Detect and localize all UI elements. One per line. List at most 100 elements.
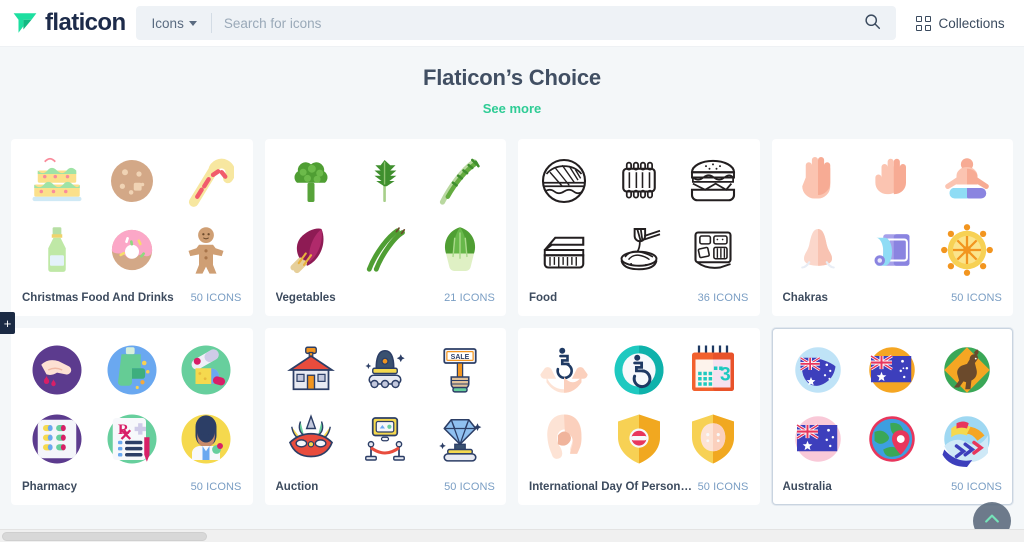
- search-input[interactable]: [211, 15, 850, 31]
- hands-wheelchair-icon: [536, 342, 592, 398]
- australia-map-flag-icon: [790, 342, 846, 398]
- icon-pack-card[interactable]: 3 International Day Of Persons With...50 …: [518, 328, 760, 505]
- pack-icon-count: 50 ICONS: [190, 481, 242, 493]
- search-icon: [864, 13, 881, 33]
- lunch-tray-icon: [685, 222, 741, 278]
- burger-icon: [685, 153, 741, 209]
- pack-footer: Chakras 50 ICONS: [773, 285, 1013, 315]
- carnival-mask-icon: [283, 411, 339, 467]
- pack-name: Vegetables: [275, 292, 336, 304]
- pack-name: Christmas Food And Drinks: [22, 292, 174, 304]
- pack-icon-count: 50 ICONS: [697, 481, 749, 493]
- ribs-icon: [611, 153, 667, 209]
- pack-icon-count: 36 ICONS: [697, 292, 749, 304]
- auction-house-icon: [283, 342, 339, 398]
- nose-icon: [790, 222, 846, 278]
- icon-pack-card[interactable]: Australia 50 ICONS: [771, 328, 1013, 505]
- globe-pin-icon: [864, 411, 920, 467]
- pack-icon-preview-grid: [773, 329, 1013, 474]
- flag-pink-icon: [790, 411, 846, 467]
- pack-icon-preview-grid: [773, 140, 1013, 285]
- chevron-down-icon: [188, 20, 197, 26]
- inhaler-icon: [104, 342, 160, 398]
- shield-face-icon: [685, 411, 741, 467]
- radicchio-icon: [283, 222, 339, 278]
- pack-icon-preview-grid: [519, 140, 759, 285]
- icon-pack-card[interactable]: Food 36 ICONS: [518, 139, 760, 316]
- pack-icon-preview-grid: SALE: [266, 329, 506, 474]
- pack-name: Auction: [275, 481, 319, 493]
- grid-squares-icon: [915, 15, 931, 31]
- logo[interactable]: flaticon: [0, 9, 136, 37]
- pack-footer: International Day Of Persons With...50 I…: [519, 474, 759, 504]
- asparagus-icon: [432, 153, 488, 209]
- see-more-link[interactable]: See more: [0, 101, 1024, 116]
- broccoli-icon: [283, 153, 339, 209]
- diamond-icon: [432, 411, 488, 467]
- icon-pack-card[interactable]: R Pharmacy 50 ICONS: [11, 328, 253, 505]
- icon-pack-card[interactable]: Chakras 50 ICONS: [771, 139, 1013, 316]
- pack-footer: Pharmacy 50 ICONS: [12, 474, 252, 504]
- page-title: Flaticon’s Choice: [423, 65, 601, 90]
- pack-icon-count: 21 ICONS: [444, 292, 495, 304]
- ear-icon: [536, 411, 592, 467]
- champagne-bottle-icon: [29, 222, 85, 278]
- pack-name: Chakras: [782, 292, 828, 304]
- pack-icon-preview-grid: [12, 140, 252, 285]
- framed-art-icon: [357, 411, 413, 467]
- collections-button[interactable]: Collections: [906, 15, 1021, 31]
- plus-icon: +: [3, 315, 12, 331]
- pack-icon-preview-grid: 3: [519, 329, 759, 474]
- bok-choy-icon: [432, 222, 488, 278]
- sandwich-icon: [536, 222, 592, 278]
- icon-pack-card[interactable]: Christmas Food And Drinks 50 ICONS: [11, 139, 253, 316]
- icon-pack-grid: Christmas Food And Drinks 50 ICONS Vegetab…: [11, 139, 1013, 505]
- sale-sign-icon: SALE: [432, 342, 488, 398]
- pack-name: Pharmacy: [22, 481, 77, 493]
- wheelchair-badge-icon: [611, 342, 667, 398]
- search-button[interactable]: [850, 6, 896, 40]
- app-header: flaticon Icons Collections: [0, 0, 1024, 47]
- pack-footer: Christmas Food And Drinks 50 ICONS: [12, 285, 252, 315]
- pack-name: International Day Of Persons With...: [529, 481, 694, 493]
- blood-drop-hand-icon: [29, 342, 85, 398]
- kangaroo-icon: [939, 342, 995, 398]
- donut-icon: [104, 222, 160, 278]
- necklace-display-icon: [357, 342, 413, 398]
- pack-icon-preview-grid: [266, 140, 506, 285]
- pack-footer: Australia 50 ICONS: [773, 474, 1013, 504]
- logo-text: flaticon: [45, 9, 126, 36]
- icon-pack-card[interactable]: SALE Auction 50 ICONS: [264, 328, 506, 505]
- prescription-rx-icon: R: [104, 411, 160, 467]
- noodle-bowl-icon: [536, 153, 592, 209]
- horizontal-scrollbar[interactable]: [0, 529, 1024, 542]
- calendar-3-icon: 3: [685, 342, 741, 398]
- pharmacist-icon: [178, 411, 234, 467]
- open-hand-icon: [790, 153, 846, 209]
- collections-label: Collections: [938, 15, 1005, 31]
- candy-cane-icon: [178, 153, 235, 209]
- pack-icon-count: 50 ICONS: [951, 292, 1002, 304]
- pack-footer: Vegetables 21 ICONS: [266, 285, 506, 315]
- cookie-icon: [104, 153, 160, 209]
- shield-prohibited-icon: [611, 411, 667, 467]
- dharma-wheel-icon: [939, 222, 995, 278]
- add-panel-toggle[interactable]: +: [0, 312, 15, 334]
- flaticon-logo-icon: [12, 10, 38, 36]
- pack-icon-count: 50 ICONS: [444, 481, 495, 493]
- cake-icon: [29, 153, 85, 209]
- spaghetti-fork-icon: [611, 222, 667, 278]
- green-beans-icon: [357, 222, 413, 278]
- pill-blister-pack-icon: [29, 411, 85, 467]
- icon-pack-card[interactable]: Vegetables 21 ICONS: [264, 139, 506, 316]
- category-select[interactable]: Icons: [136, 6, 211, 40]
- scrollbar-thumb[interactable]: [2, 532, 207, 541]
- meditating-person-icon: [939, 153, 995, 209]
- pack-icon-count: 50 ICONS: [951, 481, 1002, 493]
- pack-footer: Food 36 ICONS: [519, 285, 759, 315]
- three-finger-hand-icon: [864, 153, 920, 209]
- svg-text:SALE: SALE: [450, 354, 469, 361]
- aboriginal-art-icon: [939, 411, 995, 468]
- pack-icon-preview-grid: R: [12, 329, 252, 474]
- pack-icon-count: 50 ICONS: [190, 292, 242, 304]
